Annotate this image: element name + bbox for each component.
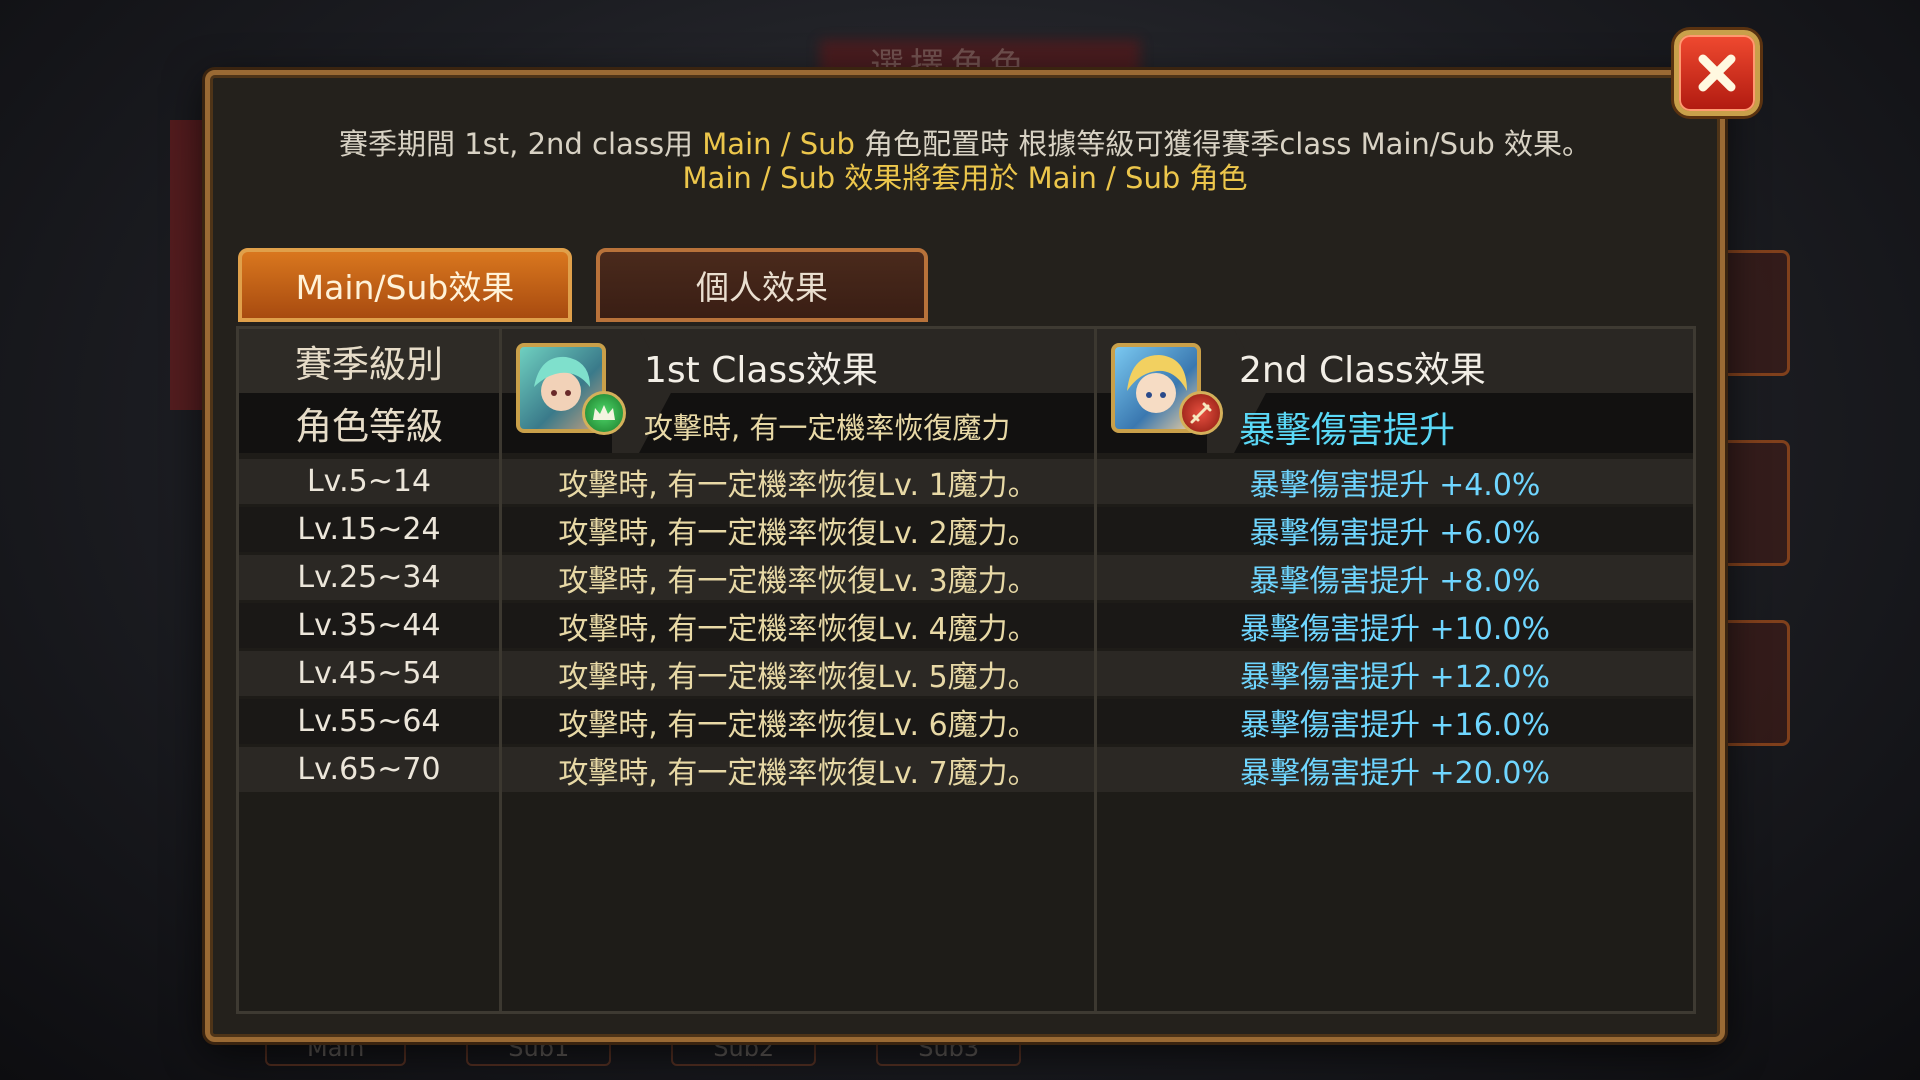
background-card	[1714, 440, 1790, 566]
close-button[interactable]	[1674, 30, 1760, 116]
table-row: Lv.15~24 攻擊時, 有一定機率恢復Lv. 2魔力。 暴擊傷害提升 +6.…	[239, 507, 1693, 552]
first-class-effect: 攻擊時, 有一定機率恢復Lv. 1魔力。	[502, 459, 1094, 504]
description-line-2: Main / Sub 效果將套用於 Main / Sub 角色	[210, 161, 1720, 195]
second-class-effect: 暴擊傷害提升 +16.0%	[1097, 699, 1693, 744]
second-class-effect: 暴擊傷害提升 +10.0%	[1097, 603, 1693, 648]
second-class-subtitle: 暴擊傷害提升	[1239, 410, 1456, 451]
description-highlight: 角色	[1180, 161, 1248, 195]
description-line-1: 賽季期間 1st, 2nd class用 Main / Sub 角色配置時 根據…	[210, 127, 1720, 161]
second-class-effect: 暴擊傷害提升 +6.0%	[1097, 507, 1693, 552]
first-class-title: 1st Class效果	[644, 350, 878, 391]
description-highlight: Main / Sub	[702, 127, 855, 161]
first-class-effect: 攻擊時, 有一定機率恢復Lv. 5魔力。	[502, 651, 1094, 696]
level-range: Lv.15~24	[239, 507, 499, 552]
second-class-effect: 暴擊傷害提升 +12.0%	[1097, 651, 1693, 696]
second-class-effect: 暴擊傷害提升 +8.0%	[1097, 555, 1693, 600]
description-text: 賽季期間 1st, 2nd class用	[339, 127, 703, 161]
second-class-header: 2nd Class效果 暴擊傷害提升	[1097, 329, 1693, 453]
description-highlight: Main / Sub	[1027, 161, 1181, 195]
table-row: Lv.65~70 攻擊時, 有一定機率恢復Lv. 7魔力。 暴擊傷害提升 +20…	[239, 747, 1693, 792]
table-row: Lv.25~34 攻擊時, 有一定機率恢復Lv. 3魔力。 暴擊傷害提升 +8.…	[239, 555, 1693, 600]
tab-personal-effect[interactable]: 個人效果	[596, 248, 928, 322]
season-level-header: 賽季級別	[239, 329, 499, 393]
second-class-effect: 暴擊傷害提升 +20.0%	[1097, 747, 1693, 792]
first-class-subtitle: 攻擊時, 有一定機率恢復魔力	[644, 411, 1011, 445]
table-row: Lv.5~14 攻擊時, 有一定機率恢復Lv. 1魔力。 暴擊傷害提升 +4.0…	[239, 459, 1693, 504]
tab-main-sub-effect[interactable]: Main/Sub效果	[238, 248, 572, 322]
sword-badge-icon	[1179, 391, 1223, 435]
character-level-header: 角色等級	[239, 393, 499, 453]
description-highlight: Main / Sub	[682, 161, 836, 195]
first-class-effect: 攻擊時, 有一定機率恢復Lv. 7魔力。	[502, 747, 1094, 792]
background-card	[1714, 620, 1790, 746]
close-x-icon	[1698, 54, 1736, 92]
first-class-effect: 攻擊時, 有一定機率恢復Lv. 6魔力。	[502, 699, 1094, 744]
level-range: Lv.55~64	[239, 699, 499, 744]
table-row: Lv.45~54 攻擊時, 有一定機率恢復Lv. 5魔力。 暴擊傷害提升 +12…	[239, 651, 1693, 696]
column-divider	[1094, 329, 1097, 1011]
background-card	[1714, 250, 1790, 376]
description-text: 角色配置時 根據等級可獲得賽季class Main/Sub 效果。	[854, 127, 1591, 161]
level-range: Lv.45~54	[239, 651, 499, 696]
second-class-effect: 暴擊傷害提升 +4.0%	[1097, 459, 1693, 504]
first-class-header: 1st Class效果 攻擊時, 有一定機率恢復魔力	[502, 329, 1094, 453]
column-divider	[499, 329, 502, 1011]
background-post	[170, 120, 210, 410]
description-highlight: 效果將套用於	[835, 161, 1028, 195]
table-row: Lv.55~64 攻擊時, 有一定機率恢復Lv. 6魔力。 暴擊傷害提升 +16…	[239, 699, 1693, 744]
table-row: Lv.35~44 攻擊時, 有一定機率恢復Lv. 4魔力。 暴擊傷害提升 +10…	[239, 603, 1693, 648]
first-class-effect: 攻擊時, 有一定機率恢復Lv. 3魔力。	[502, 555, 1094, 600]
second-class-title: 2nd Class效果	[1239, 350, 1486, 391]
effect-table: 賽季級別 角色等級 1st Class效果 攻擊時, 有一定機率恢復魔力 2nd…	[236, 326, 1696, 1014]
first-class-effect: 攻擊時, 有一定機率恢復Lv. 4魔力。	[502, 603, 1094, 648]
level-range: Lv.25~34	[239, 555, 499, 600]
crown-badge-icon	[582, 391, 626, 435]
level-range: Lv.35~44	[239, 603, 499, 648]
first-class-effect: 攻擊時, 有一定機率恢復Lv. 2魔力。	[502, 507, 1094, 552]
level-range: Lv.65~70	[239, 747, 499, 792]
level-range: Lv.5~14	[239, 459, 499, 504]
dialog-description: 賽季期間 1st, 2nd class用 Main / Sub 角色配置時 根據…	[210, 127, 1720, 195]
